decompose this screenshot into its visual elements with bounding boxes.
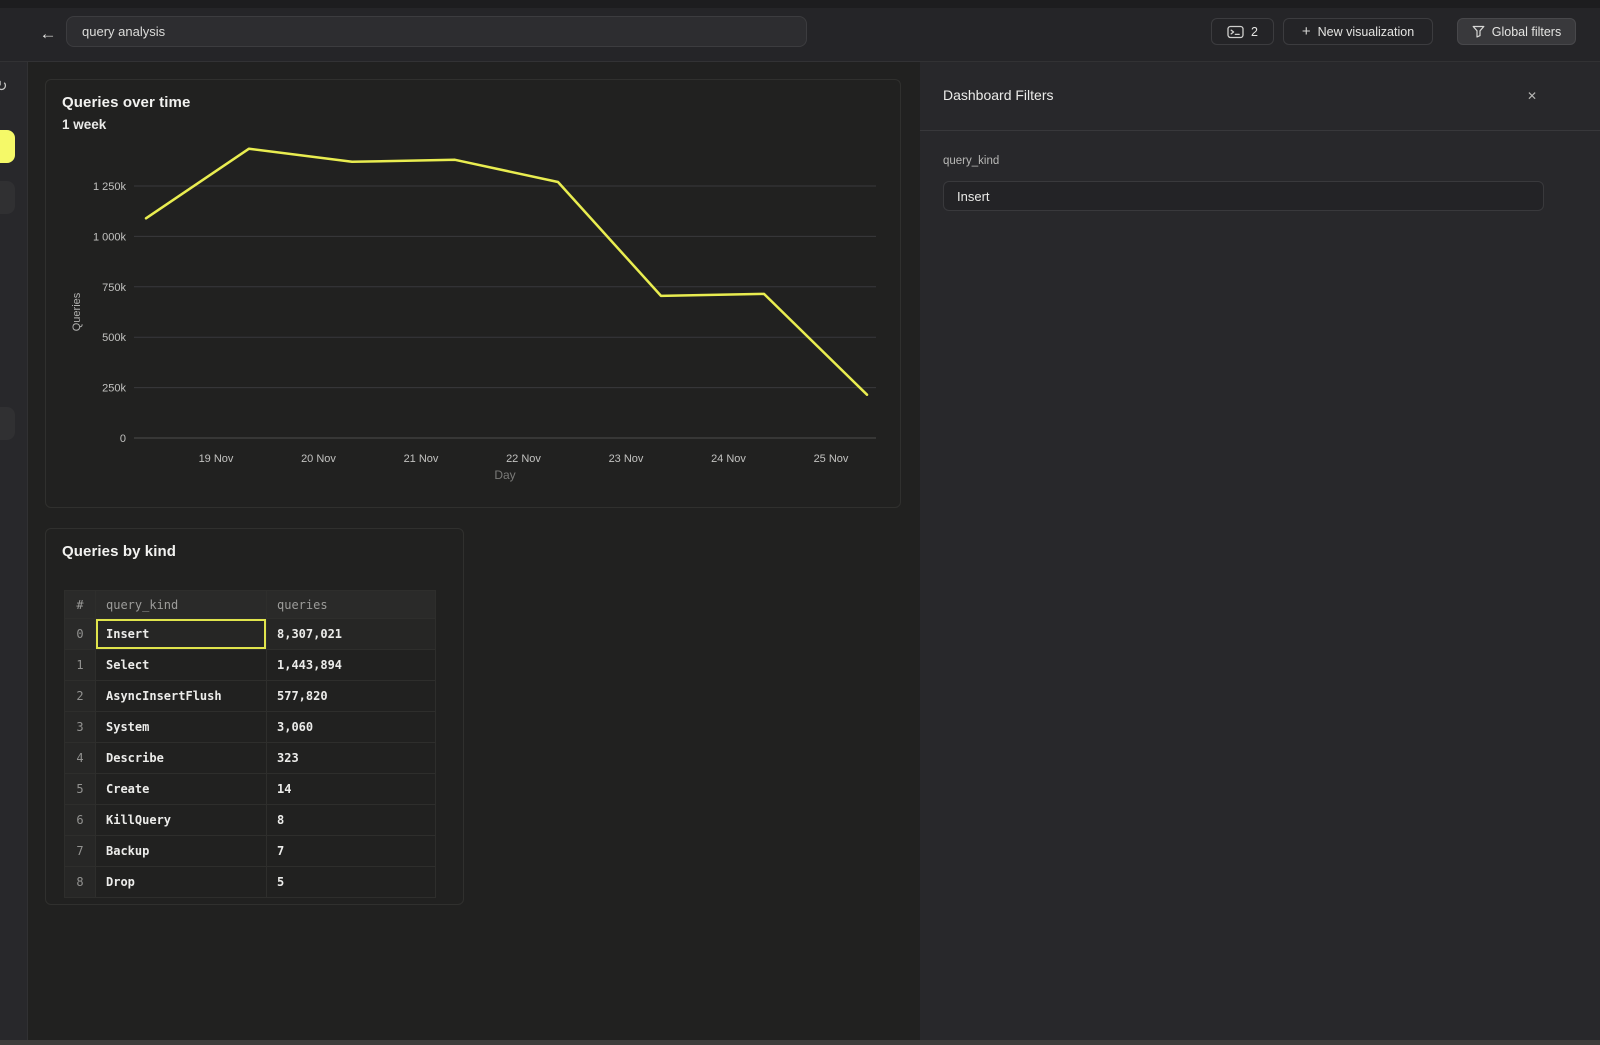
filters-panel-header: Dashboard Filters ✕ — [920, 62, 1600, 131]
sidebar-item-dashboard[interactable] — [0, 407, 15, 440]
table-cell[interactable]: Select — [96, 650, 267, 681]
filters-panel-title: Dashboard Filters — [943, 87, 1054, 103]
table-cell[interactable]: Backup — [96, 836, 267, 867]
table-cell[interactable]: 1,443,894 — [267, 650, 436, 681]
sidebar-item-dashboard[interactable] — [0, 181, 15, 214]
open-tabs-button[interactable]: 2 — [1211, 18, 1274, 45]
table-row: 4Describe323 — [65, 743, 436, 774]
table-row: 0Insert8,307,021 — [65, 619, 436, 650]
plus-icon: + — [1302, 24, 1311, 39]
y-tick-label: 250k — [102, 383, 126, 395]
table-title: Queries by kind — [62, 543, 176, 560]
table-row: 6KillQuery8 — [65, 805, 436, 836]
column-header: queries — [267, 591, 436, 619]
queries-over-time-card: Queries over time 1 week 0250k500k750k1 … — [45, 79, 901, 508]
table-cell[interactable]: AsyncInsertFlush — [96, 681, 267, 712]
new-visualization-button[interactable]: + New visualization — [1283, 18, 1433, 45]
table-cell[interactable]: 8 — [267, 805, 436, 836]
back-arrow-icon[interactable]: ← — [38, 19, 58, 49]
y-tick-label: 500k — [102, 332, 126, 344]
y-axis-label: Queries — [71, 292, 83, 331]
row-index-cell: 7 — [65, 836, 96, 867]
x-tick-label: 24 Nov — [711, 453, 746, 465]
table-cell[interactable]: 8,307,021 — [267, 619, 436, 650]
table-cell[interactable]: 3,060 — [267, 712, 436, 743]
row-index-cell: 2 — [65, 681, 96, 712]
table-cell[interactable]: 577,820 — [267, 681, 436, 712]
sidebar-item-dashboard-active[interactable] — [0, 130, 15, 163]
y-tick-label: 1 000k — [93, 231, 127, 243]
row-index-cell: 1 — [65, 650, 96, 681]
column-header: query_kind — [96, 591, 267, 619]
table-row: 1Select1,443,894 — [65, 650, 436, 681]
table-row: 8Drop5 — [65, 867, 436, 898]
funnel-icon — [1472, 25, 1485, 38]
topbar: ← 2 + New visualization Global filters — [0, 8, 1600, 62]
row-index-cell: 3 — [65, 712, 96, 743]
table-cell[interactable]: 7 — [267, 836, 436, 867]
table-cell[interactable]: KillQuery — [96, 805, 267, 836]
queries-by-kind-card: Queries by kind #query_kindqueries 0Inse… — [45, 528, 464, 905]
close-icon[interactable]: ✕ — [1520, 84, 1544, 108]
table-row: 7Backup7 — [65, 836, 436, 867]
row-index-cell: 4 — [65, 743, 96, 774]
table-cell[interactable]: Create — [96, 774, 267, 805]
open-tabs-count: 2 — [1251, 25, 1258, 39]
row-index-cell: 8 — [65, 867, 96, 898]
table-cell[interactable]: 5 — [267, 867, 436, 898]
table-cell[interactable]: Insert — [96, 619, 267, 650]
x-tick-label: 22 Nov — [506, 453, 541, 465]
row-index-cell: 6 — [65, 805, 96, 836]
history-icon[interactable]: ↻ — [0, 77, 8, 95]
table-cell[interactable]: System — [96, 712, 267, 743]
table-cell[interactable]: 323 — [267, 743, 436, 774]
table-row: 3System3,060 — [65, 712, 436, 743]
table-row: 2AsyncInsertFlush577,820 — [65, 681, 436, 712]
y-tick-label: 750k — [102, 282, 126, 294]
window-bottom-edge — [0, 1040, 1600, 1045]
dashboard-title-input[interactable] — [66, 16, 807, 47]
column-header: # — [65, 591, 96, 619]
global-filters-button[interactable]: Global filters — [1457, 18, 1576, 45]
sidebar: ↻ — [0, 62, 28, 1040]
dashboard-filters-panel: Dashboard Filters ✕ query_kind — [920, 62, 1600, 1040]
y-tick-label: 1 250k — [93, 181, 127, 193]
filter-field-label: query_kind — [943, 155, 999, 167]
table-cell[interactable]: 14 — [267, 774, 436, 805]
table-row: 5Create14 — [65, 774, 436, 805]
queries-over-time-plot: 0 250k 500k 750k 1 000k 1 250k 19 Nov 20 Nov 21 … — [46, 80, 902, 509]
x-tick-label: 21 Nov — [404, 453, 439, 465]
console-icon — [1227, 25, 1244, 39]
query-kind-filter-input[interactable] — [943, 181, 1544, 211]
x-tick-label: 20 Nov — [301, 453, 336, 465]
row-index-cell: 5 — [65, 774, 96, 805]
x-tick-label: 23 Nov — [609, 453, 644, 465]
new-visualization-label: New visualization — [1318, 25, 1415, 39]
x-tick-label: 25 Nov — [814, 453, 849, 465]
row-index-cell: 0 — [65, 619, 96, 650]
table-cell[interactable]: Drop — [96, 867, 267, 898]
table-cell[interactable]: Describe — [96, 743, 267, 774]
global-filters-label: Global filters — [1492, 25, 1561, 39]
x-tick-label: 19 Nov — [199, 453, 234, 465]
window-top-edge — [0, 0, 1600, 8]
y-tick-label: 0 — [120, 433, 126, 445]
queries-by-kind-table: #query_kindqueries 0Insert8,307,0211Sele… — [64, 590, 436, 898]
x-axis-label: Day — [494, 468, 515, 482]
